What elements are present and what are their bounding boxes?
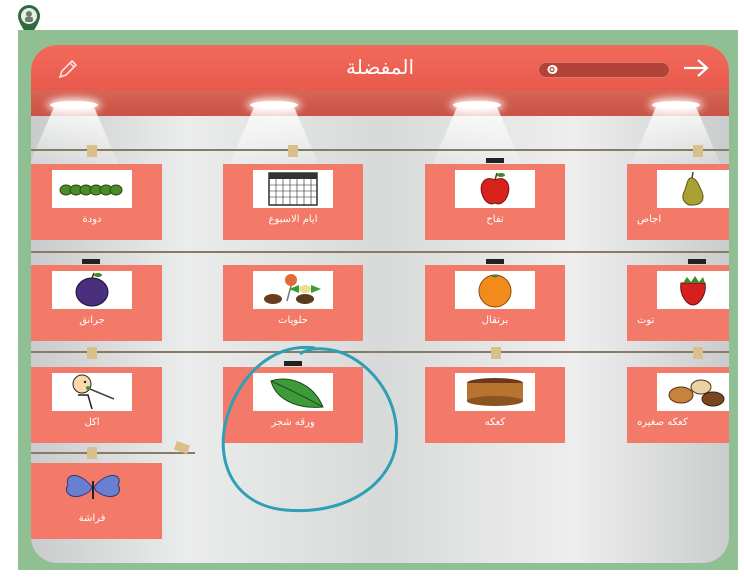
card-label: توت bbox=[637, 315, 655, 326]
clothes-pin bbox=[288, 145, 298, 157]
card-caterpillar[interactable]: دودة bbox=[31, 164, 162, 240]
card-label: جرانق bbox=[79, 315, 105, 326]
orange-icon bbox=[478, 274, 512, 308]
binder-clip bbox=[688, 259, 706, 264]
binder-clip bbox=[82, 259, 100, 264]
card-orange[interactable]: برتقال bbox=[425, 265, 565, 341]
page-title: المفضلة bbox=[345, 55, 415, 79]
card-image bbox=[253, 170, 333, 208]
clothes-pin bbox=[693, 347, 703, 359]
binder-clip bbox=[486, 158, 504, 163]
card-sweets[interactable]: حلويات bbox=[223, 265, 363, 341]
hanging-rope bbox=[31, 149, 729, 151]
search-field[interactable] bbox=[538, 62, 670, 78]
card-pear[interactable]: اجاص bbox=[627, 164, 729, 240]
ceiling-lamp bbox=[453, 101, 501, 109]
card-label: حلويات bbox=[278, 315, 308, 326]
clothes-pin bbox=[87, 145, 97, 157]
card-label: ايام الاسبوع bbox=[268, 214, 318, 225]
clothes-pin bbox=[87, 347, 97, 359]
card-cake[interactable]: كعكه bbox=[425, 367, 565, 443]
caterpillar-icon bbox=[59, 184, 123, 196]
card-label: تفاح bbox=[486, 214, 504, 225]
candies-icon bbox=[264, 274, 321, 304]
card-apple[interactable]: تفاح bbox=[425, 164, 565, 240]
strawberry-icon bbox=[680, 276, 706, 306]
card-image bbox=[657, 271, 729, 309]
hanging-rope bbox=[31, 251, 729, 253]
card-image bbox=[455, 373, 535, 411]
card-label: كعكه bbox=[484, 417, 506, 428]
eating-person-icon bbox=[72, 374, 115, 410]
card-plum[interactable]: جرانق bbox=[31, 265, 162, 341]
card-cookies[interactable]: كعكه صغيره bbox=[627, 367, 729, 443]
card-butterfly[interactable]: فراشة bbox=[31, 463, 162, 539]
ceiling-lamp bbox=[50, 101, 98, 109]
card-image bbox=[455, 271, 535, 309]
apple-icon bbox=[480, 172, 510, 205]
clothes-pin bbox=[693, 145, 703, 157]
ceiling-lamp bbox=[250, 101, 298, 109]
card-image bbox=[52, 373, 132, 411]
card-label: دودة bbox=[82, 214, 102, 225]
clothes-pin bbox=[87, 447, 97, 459]
calendar-icon bbox=[268, 172, 318, 206]
card-image bbox=[52, 271, 132, 309]
hanging-rope bbox=[31, 452, 195, 454]
card-eat[interactable]: اكل bbox=[31, 367, 162, 443]
arrow-right-icon[interactable] bbox=[682, 57, 710, 79]
search-icon bbox=[547, 65, 558, 74]
card-berry[interactable]: توت bbox=[627, 265, 729, 341]
card-image bbox=[253, 271, 333, 309]
top-bar: المفضلة bbox=[31, 45, 729, 90]
ceiling-lamp bbox=[652, 101, 700, 109]
card-image bbox=[52, 170, 132, 208]
lamp-shelf bbox=[31, 90, 729, 116]
card-image bbox=[455, 170, 535, 208]
pear-icon bbox=[682, 171, 704, 206]
annotation-circle bbox=[221, 345, 399, 513]
butterfly-icon bbox=[66, 475, 120, 499]
card-label: برتقال bbox=[481, 315, 509, 326]
card-image bbox=[657, 170, 729, 208]
card-label: كعكه صغيره bbox=[637, 417, 688, 428]
card-label: فراشة bbox=[78, 513, 106, 524]
card-image bbox=[52, 469, 132, 507]
plum-icon bbox=[75, 272, 109, 307]
card-label: اجاص bbox=[637, 214, 662, 225]
card-image bbox=[657, 373, 729, 411]
clothes-pin bbox=[491, 347, 501, 359]
cake-icon bbox=[467, 378, 523, 406]
pencil-icon[interactable] bbox=[57, 58, 79, 80]
binder-clip bbox=[486, 259, 504, 264]
card-label: اكل bbox=[84, 417, 100, 428]
card-days-of-week[interactable]: ايام الاسبوع bbox=[223, 164, 363, 240]
cookies-icon bbox=[668, 379, 725, 407]
